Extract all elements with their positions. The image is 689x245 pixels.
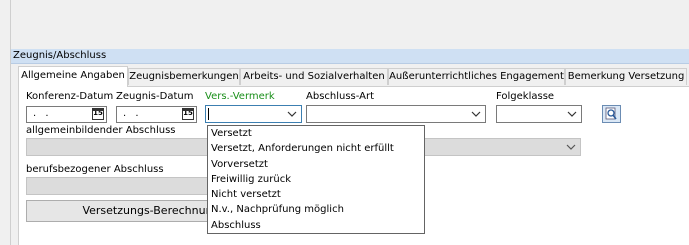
dropdown-option[interactable]: Vorversetzt bbox=[208, 157, 424, 172]
top-area bbox=[0, 0, 689, 49]
dropdown-option[interactable]: Abschluss bbox=[208, 218, 424, 233]
folgeklasse-label: Folgeklasse bbox=[496, 91, 555, 102]
zeugnis-datum-value: . . bbox=[123, 108, 142, 119]
konferenz-datum-value: . . bbox=[33, 108, 52, 119]
dropdown-option[interactable]: Versetzt, Anforderungen nicht erfüllt bbox=[208, 141, 424, 156]
dropdown-option[interactable]: Freiwillig zurück bbox=[208, 172, 424, 187]
dropdown-option[interactable]: N.v., Nachprüfung möglich bbox=[208, 202, 424, 217]
zeugnis-datum-label: Zeugnis-Datum bbox=[116, 91, 194, 102]
text-caret bbox=[208, 108, 209, 120]
chevron-down-icon[interactable] bbox=[567, 109, 577, 119]
berufsbezogener-abschluss-field[interactable] bbox=[26, 177, 210, 195]
vers-vermerk-combo[interactable] bbox=[205, 105, 302, 123]
abschluss-art-label: Abschluss-Art bbox=[306, 91, 375, 102]
tab-arbeits-sozialverhalten[interactable]: Arbeits- und Sozialverhalten bbox=[240, 68, 388, 85]
chevron-down-icon[interactable] bbox=[566, 142, 576, 152]
dropdown-option[interactable]: Versetzt bbox=[208, 126, 424, 141]
vers-vermerk-dropdown-list: Versetzt Versetzt, Anforderungen nicht e… bbox=[207, 125, 425, 234]
folgeklasse-combo[interactable] bbox=[496, 105, 582, 123]
tab-ausserunterrichtliches-engagement[interactable]: Außerunterrichtliches Engagement bbox=[388, 68, 565, 85]
tab-zeugnisbemerkungen[interactable]: Zeugnisbemerkungen bbox=[128, 68, 240, 85]
allgemeinbildender-abschluss-combo[interactable] bbox=[424, 138, 581, 156]
search-button[interactable] bbox=[602, 105, 621, 123]
vers-vermerk-label: Vers.-Vermerk bbox=[205, 91, 275, 102]
search-icon bbox=[605, 107, 617, 120]
abschluss-art-combo[interactable] bbox=[306, 105, 486, 123]
allgemeinbildender-abschluss-field[interactable] bbox=[26, 138, 210, 156]
allgemeinbildender-abschluss-label: allgemeinbildender Abschluss bbox=[26, 125, 176, 136]
left-border bbox=[10, 0, 11, 49]
tab-allgemeine-angaben[interactable]: Allgemeine Angaben bbox=[18, 66, 128, 87]
chevron-down-icon[interactable] bbox=[471, 109, 481, 119]
konferenz-datum-field[interactable]: . . 15 bbox=[26, 106, 107, 123]
zeugnis-datum-field[interactable]: . . 15 bbox=[116, 106, 197, 123]
berufsbezogener-abschluss-label: berufsbezogener Abschluss bbox=[26, 164, 164, 175]
chevron-down-icon[interactable] bbox=[287, 109, 297, 119]
konferenz-datum-label: Konferenz-Datum bbox=[26, 91, 114, 102]
calendar-icon[interactable]: 15 bbox=[92, 108, 104, 120]
calendar-icon[interactable]: 15 bbox=[182, 108, 194, 120]
dropdown-option[interactable]: Nicht versetzt bbox=[208, 187, 424, 202]
tab-bemerkung-versetzung[interactable]: Bemerkung Versetzung bbox=[565, 68, 687, 85]
group-title: Zeugnis/Abschluss bbox=[11, 49, 689, 64]
